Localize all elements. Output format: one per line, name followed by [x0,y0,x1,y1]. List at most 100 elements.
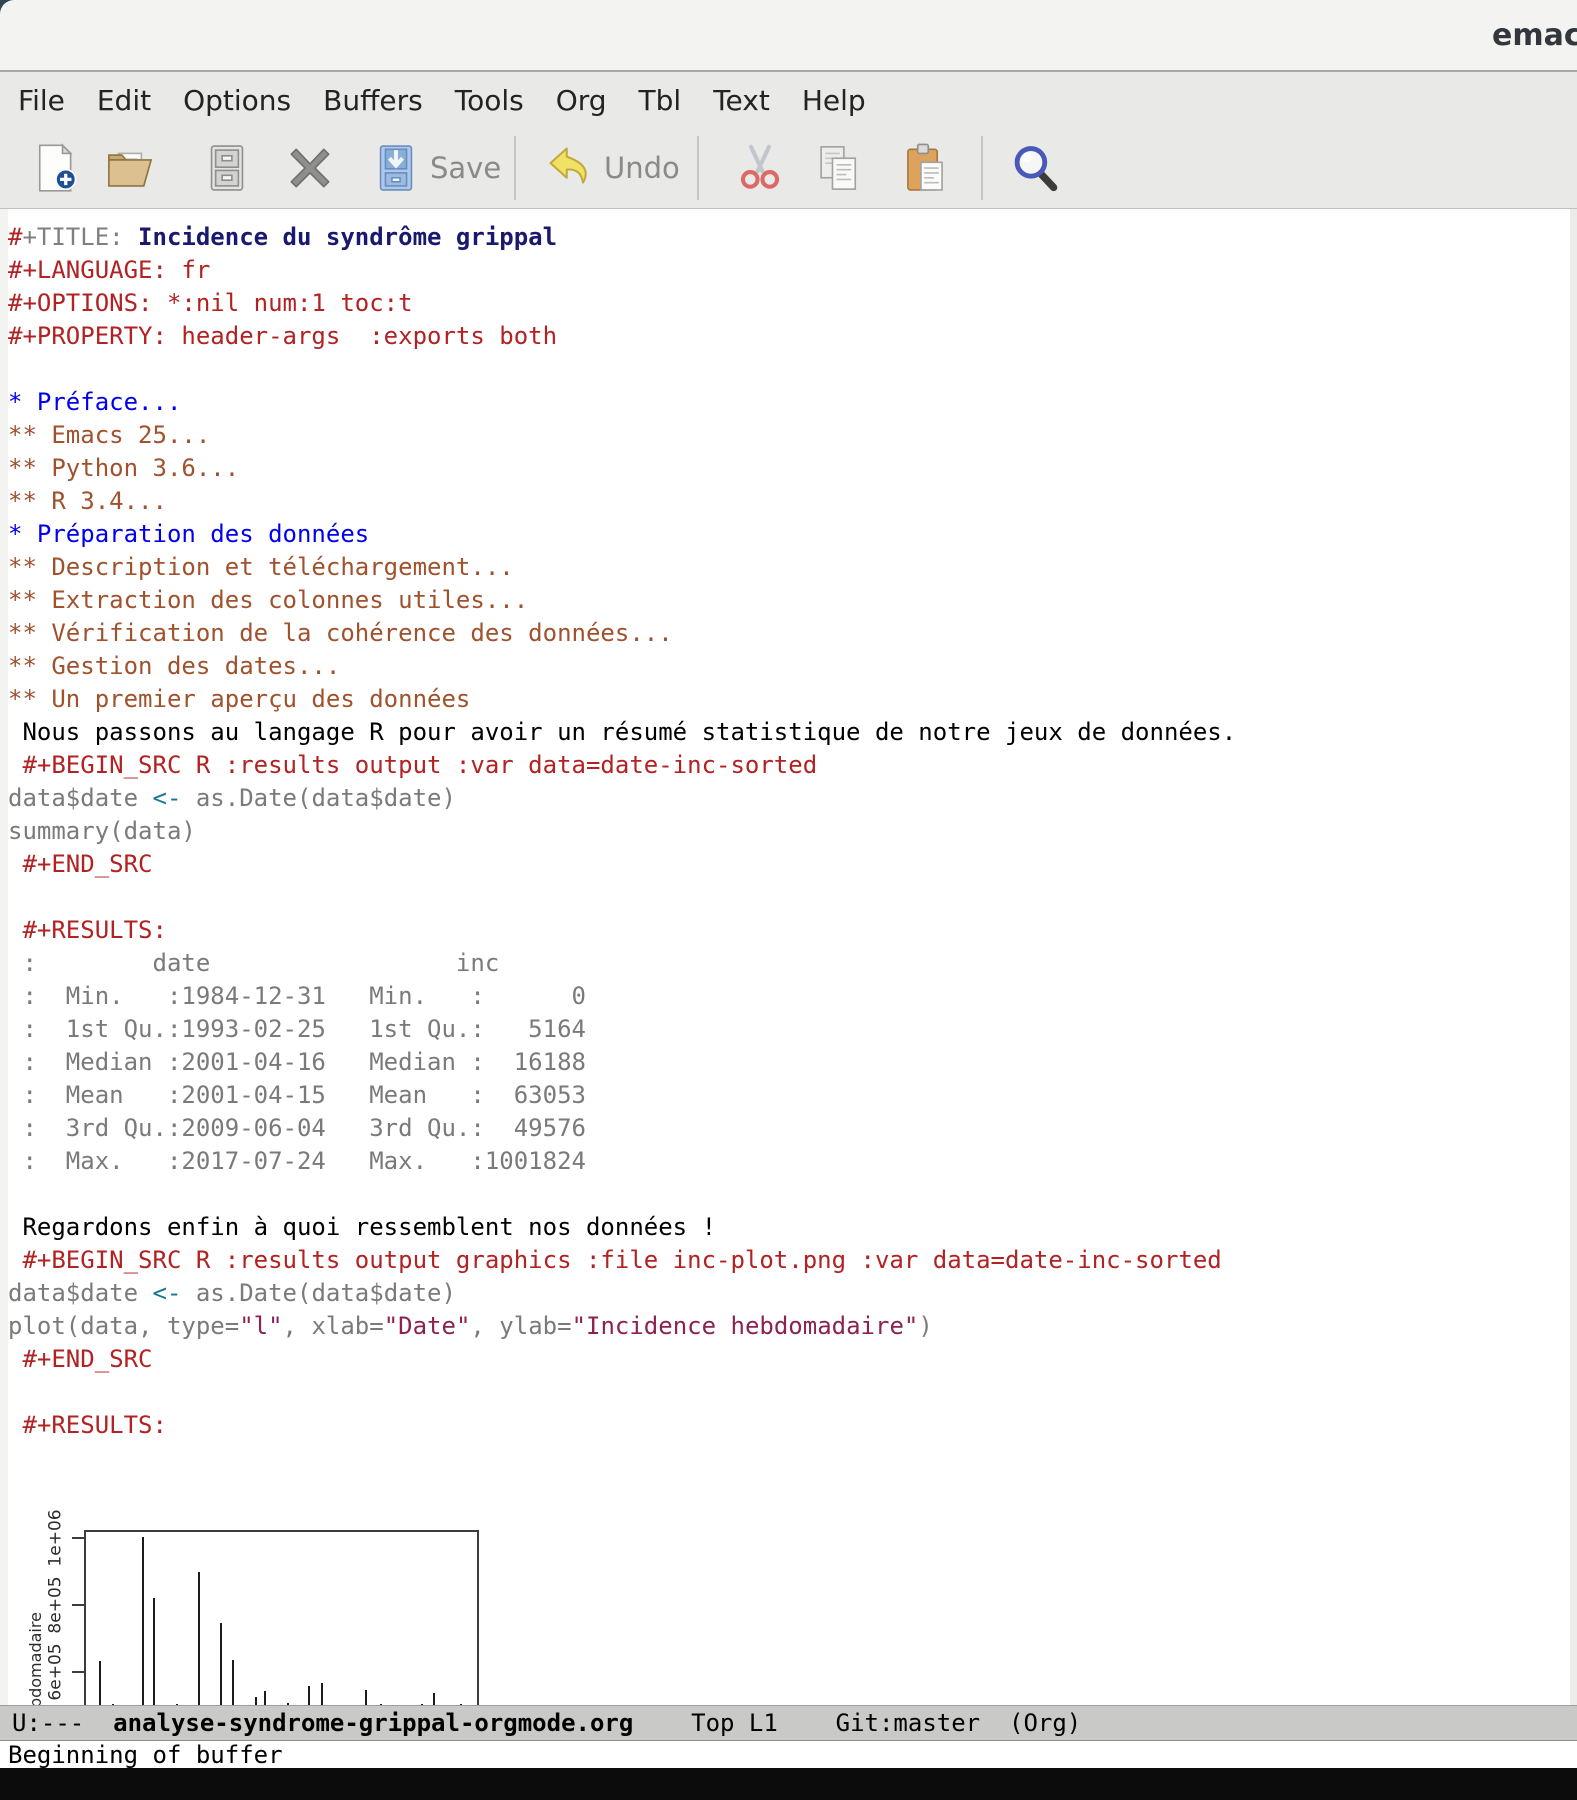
plot-data-spike [255,1697,257,1705]
menu-bar: FileEditOptionsBuffersToolsOrgTblTextHel… [0,72,1577,128]
plot-data-spike [433,1693,435,1705]
plot-data-spike [264,1691,266,1705]
buffer-line [8,1178,1577,1211]
buffer-line: summary(data) [8,815,1577,848]
plot-data-spike [99,1661,101,1705]
save-buffer-icon [370,142,422,194]
plot-data-spike [220,1623,222,1705]
buffer-line: #+END_SRC [8,1343,1577,1376]
plot-data-spike [198,1572,200,1705]
save-buffer-button[interactable]: Save [370,134,501,202]
open-file-button[interactable] [104,134,156,202]
dired-button[interactable] [201,134,253,202]
cut-button[interactable] [734,134,786,202]
plot-data-spike [153,1598,155,1705]
copy-icon [813,142,865,194]
buffer-line: #+TITLE: Incidence du syndrôme grippal [8,221,1577,254]
buffer-line: : Mean :2001-04-15 Mean : 63053 [8,1079,1577,1112]
mode-line[interactable]: U:--- analyse-syndrome-grippal-orgmode.o… [0,1705,1577,1741]
open-file-icon [104,142,156,194]
new-file-icon [30,142,82,194]
y-axis-tick [72,1537,84,1539]
plot-data-spike [232,1660,234,1705]
menu-edit[interactable]: Edit [81,76,167,125]
buffer-line: #+LANGUAGE: fr [8,254,1577,287]
modeline-buffer-name: analyse-syndrome-grippal-orgmode.org [113,1709,633,1737]
paste-icon [899,142,951,194]
buffer-line: : 1st Qu.:1993-02-25 1st Qu.: 5164 [8,1013,1577,1046]
menu-text[interactable]: Text [697,76,786,125]
buffer-line: : date inc [8,947,1577,980]
buffer-line: data$date <- as.Date(data$date) [8,1277,1577,1310]
buffer-line: Nous passons au langage R pour avoir un … [8,716,1577,749]
undo-button[interactable]: Undo [544,134,680,202]
menu-tbl[interactable]: Tbl [623,76,698,125]
undo-icon [544,142,596,194]
buffer-line: ** Extraction des colonnes utiles... [8,584,1577,617]
buffer-line [8,1376,1577,1409]
buffer-line: ** Un premier aperçu des données [8,683,1577,716]
bottom-black-bar [0,1768,1577,1800]
plot-data-spike [308,1686,310,1705]
copy-button[interactable] [813,134,865,202]
buffer-line: ** Vérification de la cohérence des donn… [8,617,1577,650]
buffer-line: data$date <- as.Date(data$date) [8,782,1577,815]
close-buffer-icon [284,142,336,194]
y-axis-tick-label: 6e+05 [44,1627,68,1705]
undo-label: Undo [604,151,680,185]
search-button[interactable] [1009,134,1061,202]
toolbar: Save Undo [0,128,1577,209]
y-axis-tick [72,1604,84,1606]
buffer-line: #+RESULTS: [8,1409,1577,1442]
window-title: emacs [1492,18,1577,53]
close-buffer-button[interactable] [284,134,336,202]
y-axis-tick [72,1671,84,1673]
buffer-line: ** Python 3.6... [8,452,1577,485]
menu-org[interactable]: Org [540,76,623,125]
buffer-line: : Max. :2017-07-24 Max. :1001824 [8,1145,1577,1178]
buffer-line: #+BEGIN_SRC R :results output graphics :… [8,1244,1577,1277]
title-bar[interactable]: emacs [0,0,1577,72]
buffer-line: ** Description et téléchargement... [8,551,1577,584]
buffer-line: : 3rd Qu.:2009-06-04 3rd Qu.: 49576 [8,1112,1577,1145]
buffer-line: plot(data, type="l", xlab="Date", ylab="… [8,1310,1577,1343]
buffer-line: : Median :2001-04-16 Median : 16188 [8,1046,1577,1079]
buffer-line: * Préface... [8,386,1577,419]
toolbar-separator [514,136,516,200]
buffer-line [8,881,1577,914]
plot-y-axis-label: Incidence hebdomadaire [26,1612,45,1705]
modeline-status: Top L1 Git:master (Org) [633,1709,1081,1737]
buffer-editor[interactable]: #+TITLE: Incidence du syndrôme grippal#+… [0,209,1577,1705]
toolbar-separator [981,136,983,200]
emacs-window: emacs FileEditOptionsBuffersToolsOrgTblT… [0,0,1577,1800]
menu-buffers[interactable]: Buffers [307,76,439,125]
new-file-button[interactable] [30,134,82,202]
echo-message: Beginning of buffer [8,1741,283,1769]
buffer-line: #+BEGIN_SRC R :results output :var data=… [8,749,1577,782]
toolbar-separator [697,136,699,200]
plot-data-spike [365,1690,367,1705]
menu-help[interactable]: Help [786,76,882,125]
buffer-line: ** Gestion des dates... [8,650,1577,683]
plot-data-spike [142,1537,144,1705]
buffer-line: #+PROPERTY: header-args :exports both [8,320,1577,353]
save-buffer-label: Save [430,151,501,185]
modeline-flags: U:--- [12,1709,113,1737]
buffer-line: #+OPTIONS: *:nil num:1 toc:t [8,287,1577,320]
buffer-line: ** Emacs 25... [8,419,1577,452]
menu-file[interactable]: File [2,76,81,125]
buffer-line [8,353,1577,386]
menu-options[interactable]: Options [167,76,307,125]
echo-area: Beginning of buffer [0,1741,1577,1768]
buffer-line: #+RESULTS: [8,914,1577,947]
plot-data-spike [321,1683,323,1705]
paste-button[interactable] [899,134,951,202]
buffer-line: #+END_SRC [8,848,1577,881]
org-text: #+TITLE: Incidence du syndrôme grippal#+… [0,209,1577,1442]
cut-icon [734,142,786,194]
menu-tools[interactable]: Tools [439,76,540,125]
buffer-line: * Préparation des données [8,518,1577,551]
buffer-line: Regardons enfin à quoi ressemblent nos d… [8,1211,1577,1244]
buffer-line: ** R 3.4... [8,485,1577,518]
search-icon [1009,142,1061,194]
